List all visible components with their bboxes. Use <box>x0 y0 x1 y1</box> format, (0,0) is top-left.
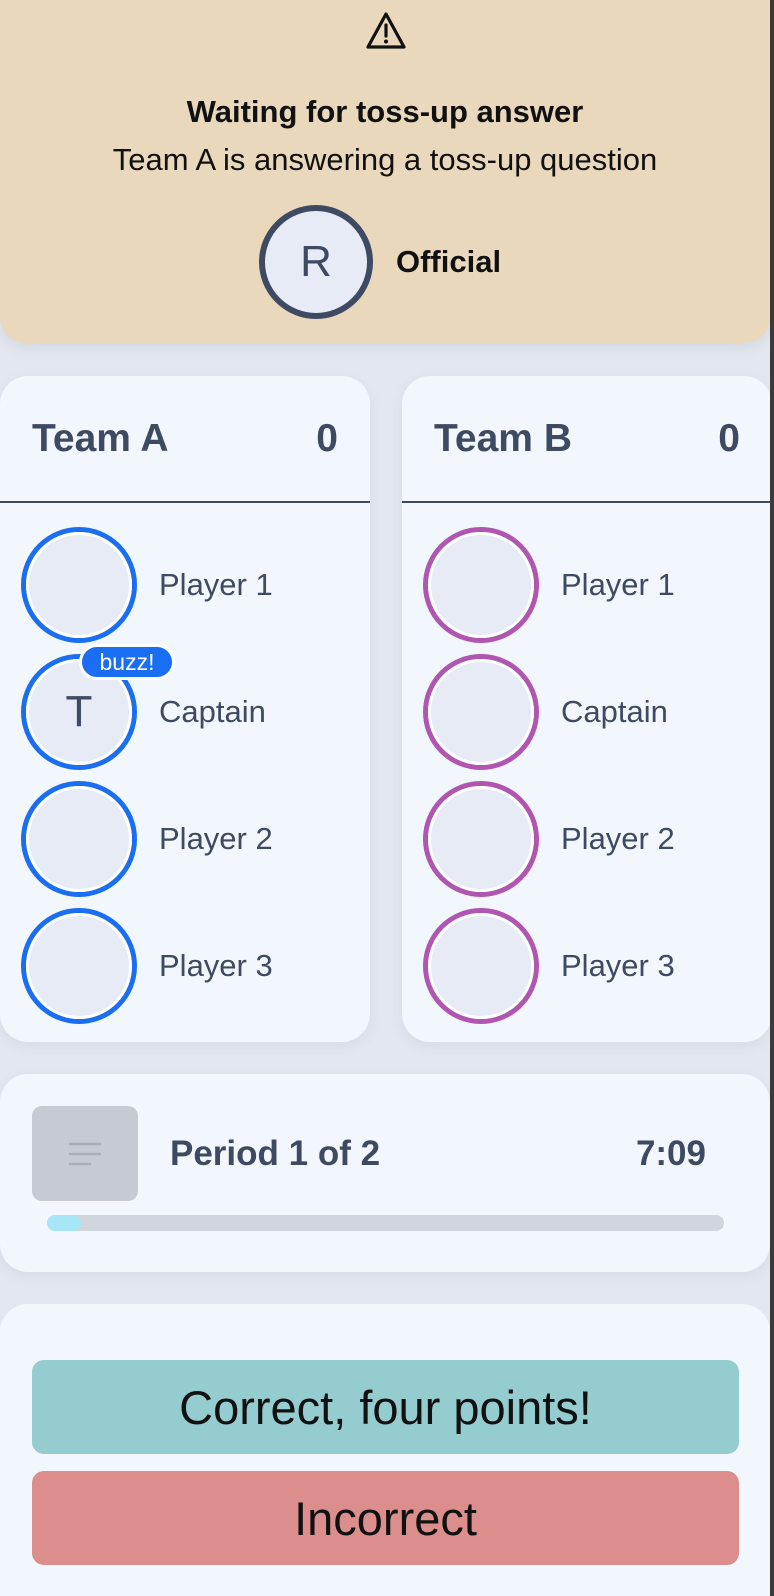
status-title: Waiting for toss-up answer <box>186 94 584 129</box>
player-row[interactable]: Player 1 <box>423 527 675 643</box>
player-avatar[interactable] <box>21 527 137 643</box>
player-avatar[interactable] <box>423 908 539 1024</box>
player-name: Captain <box>159 694 266 729</box>
buzz-badge: buzz! <box>79 644 175 680</box>
period-progress-fill <box>47 1215 81 1231</box>
window-edge <box>770 0 774 1596</box>
incorrect-button[interactable]: Incorrect <box>32 1471 739 1565</box>
menu-lines-icon <box>68 1142 102 1165</box>
player-row[interactable]: Player 2 <box>423 781 675 897</box>
actions-card: Correct, four points! Incorrect <box>0 1304 770 1596</box>
period-progress-bar <box>47 1215 724 1231</box>
team-a-card: Team A 0 Player 1 T Captain Player 2 Pla… <box>0 376 370 1042</box>
player-avatar[interactable] <box>423 654 539 770</box>
team-name: Team A <box>32 416 169 460</box>
menu-button[interactable] <box>32 1106 138 1201</box>
correct-button[interactable]: Correct, four points! <box>32 1360 739 1454</box>
player-row[interactable]: Player 1 <box>21 527 273 643</box>
player-avatar[interactable] <box>21 908 137 1024</box>
player-avatar[interactable] <box>21 781 137 897</box>
period-clock: 7:09 <box>635 1134 706 1173</box>
team-score: 0 <box>718 416 740 460</box>
player-avatar[interactable] <box>423 781 539 897</box>
official-label: Official <box>396 244 502 279</box>
team-score: 0 <box>316 416 338 460</box>
team-name: Team B <box>434 416 572 460</box>
player-name: Captain <box>561 694 668 729</box>
team-b-card: Team B 0 Player 1 Captain Player 2 Playe… <box>402 376 772 1042</box>
warning-icon <box>366 12 406 49</box>
player-avatar[interactable] <box>423 527 539 643</box>
player-name: Player 3 <box>561 948 675 983</box>
player-name: Player 2 <box>159 821 273 856</box>
official-avatar: R <box>259 205 373 319</box>
player-name: Player 1 <box>561 567 675 602</box>
period-card: Period 1 of 2 7:09 <box>0 1074 770 1272</box>
period-label: Period 1 of 2 <box>170 1134 381 1173</box>
player-row[interactable]: Player 3 <box>423 908 675 1024</box>
team-header: Team A 0 <box>0 376 370 503</box>
team-header: Team B 0 <box>402 376 772 503</box>
player-row[interactable]: Player 2 <box>21 781 273 897</box>
status-subtitle: Team A is answering a toss-up question <box>112 142 658 177</box>
player-row-captain[interactable]: Captain <box>423 654 668 770</box>
player-row[interactable]: Player 3 <box>21 908 273 1024</box>
player-name: Player 3 <box>159 948 273 983</box>
player-name: Player 2 <box>561 821 675 856</box>
player-name: Player 1 <box>159 567 273 602</box>
status-banner: Waiting for toss-up answer Team A is ans… <box>0 0 770 343</box>
